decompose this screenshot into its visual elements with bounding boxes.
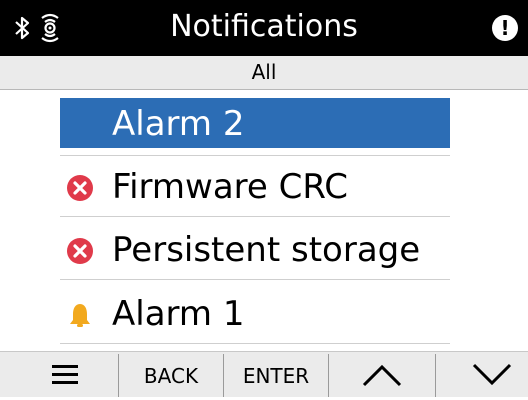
softkey-bar: BACK ENTER — [0, 351, 528, 397]
chevron-down-icon — [472, 363, 512, 386]
title-bar: Notifications ! — [0, 0, 528, 56]
list-item-label: Firmware CRC — [112, 167, 349, 207]
list-item-label: Persistent storage — [112, 230, 421, 270]
filter-label[interactable]: All — [0, 56, 528, 90]
alert-icon[interactable]: ! — [492, 15, 518, 41]
list-item-label: Alarm 1 — [112, 294, 245, 334]
list-item-persistent-storage[interactable]: Persistent storage — [60, 219, 450, 280]
error-icon — [67, 238, 93, 264]
menu-button[interactable] — [0, 352, 118, 397]
error-icon — [67, 175, 93, 201]
bell-icon — [70, 304, 90, 327]
list-item-alarm-1[interactable]: Alarm 1 — [60, 283, 450, 344]
list-item-firmware-crc[interactable]: Firmware CRC — [60, 156, 450, 217]
down-button[interactable] — [436, 352, 528, 397]
up-button[interactable] — [329, 352, 435, 397]
chevron-up-icon — [362, 364, 402, 387]
back-button[interactable]: BACK — [119, 352, 223, 397]
notification-list: Alarm 2 Firmware CRC Persistent storage … — [0, 90, 528, 352]
list-item-alarm-2[interactable]: Alarm 2 — [60, 98, 450, 148]
list-item-label: Alarm 2 — [112, 104, 245, 144]
menu-icon — [52, 365, 78, 384]
enter-button[interactable]: ENTER — [224, 352, 328, 397]
page-title: Notifications — [170, 9, 358, 44]
